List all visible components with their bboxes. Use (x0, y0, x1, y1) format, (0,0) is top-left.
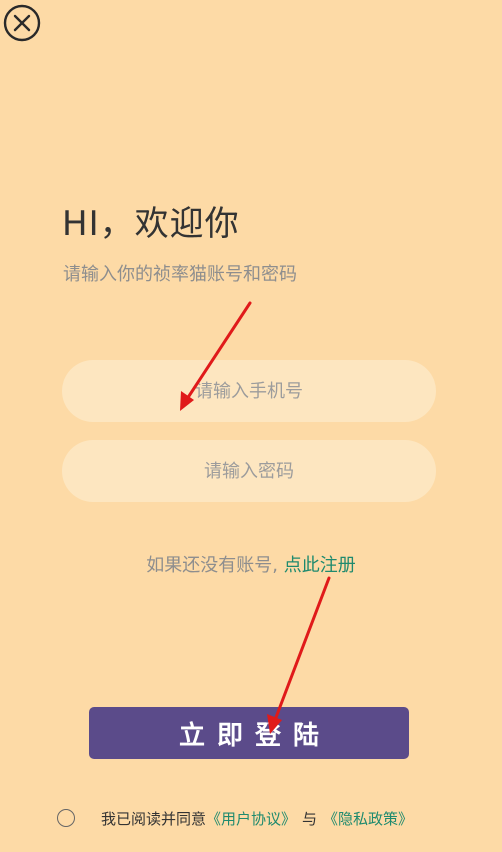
close-circle-icon (3, 4, 41, 42)
agreement-prefix: 我已阅读并同意 (101, 809, 207, 828)
phone-input[interactable] (62, 360, 436, 422)
agreement-conjunction: 与 (302, 809, 318, 828)
agreement-checkbox[interactable] (57, 809, 75, 827)
user-agreement-link[interactable]: 《用户协议》 (206, 808, 296, 829)
register-link[interactable]: 点此注册 (284, 555, 356, 576)
agreement-row: 我已阅读并同意 《用户协议》 与 《隐私政策》 (57, 806, 413, 830)
login-button[interactable]: 立即登陆 (89, 707, 409, 759)
register-prompt-text: 如果还没有账号, (146, 555, 284, 576)
privacy-policy-link[interactable]: 《隐私政策》 (323, 808, 413, 829)
close-button[interactable] (2, 3, 42, 43)
page-subtitle: 请输入你的祯率猫账号和密码 (63, 264, 297, 285)
register-prompt: 如果还没有账号, 点此注册 (0, 551, 502, 577)
page-title: HI，欢迎你 (62, 204, 240, 244)
password-input[interactable] (62, 440, 436, 502)
